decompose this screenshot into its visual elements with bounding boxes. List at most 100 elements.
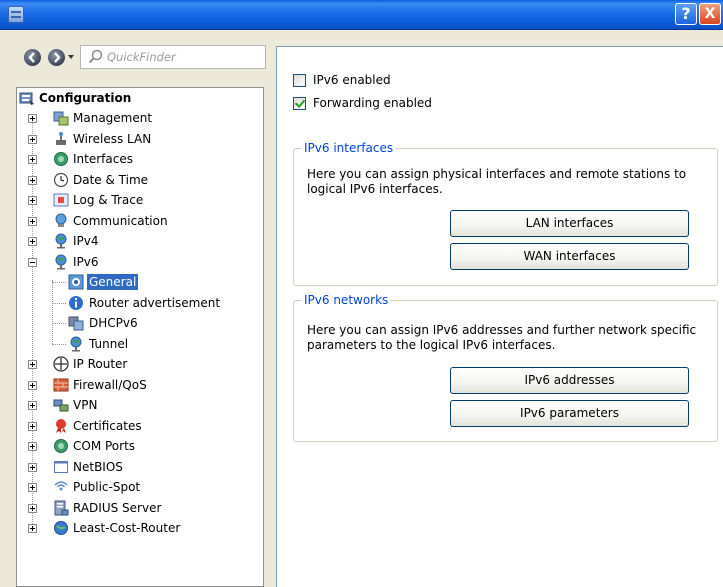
tree-item-label: IPv4	[73, 234, 99, 248]
ipv6-enabled-row[interactable]: IPv6 enabled	[293, 72, 593, 90]
tree-item-label: NetBIOS	[73, 460, 123, 474]
history-dropdown-icon[interactable]	[68, 55, 74, 59]
interfaces-icon	[54, 152, 68, 166]
ipv6-interfaces-title: IPv6 interfaces	[302, 141, 396, 155]
title-bar: ? X	[0, 0, 723, 30]
forwarding-enabled-label: Forwarding enabled	[313, 96, 432, 110]
wan-interfaces-button[interactable]: WAN interfaces	[450, 243, 689, 270]
public-spot-icon	[54, 481, 68, 491]
expand-icon[interactable]	[28, 524, 37, 533]
tree-item-com-ports[interactable]: COM Ports	[17, 436, 263, 456]
wireless-lan-icon	[56, 132, 66, 145]
quickfinder-input[interactable]: QuickFinder	[80, 45, 266, 69]
tree-item-label: Log & Trace	[73, 193, 144, 207]
expand-icon[interactable]	[28, 217, 37, 226]
ipv6-parameters-button[interactable]: IPv6 parameters	[450, 400, 689, 427]
tree-item-label: IPv6	[73, 255, 99, 269]
tree-item-label: COM Ports	[73, 439, 136, 453]
expand-icon[interactable]	[28, 360, 37, 369]
forwarding-enabled-row[interactable]: Forwarding enabled	[293, 95, 593, 113]
tree-item-interfaces[interactable]: Interfaces	[17, 149, 263, 169]
dhcp-icon	[68, 316, 84, 331]
tree-root-configuration[interactable]: Configuration	[17, 88, 263, 108]
expand-icon[interactable]	[28, 155, 37, 164]
tree-item-dhcpv6[interactable]: DHCPv6	[17, 313, 263, 333]
globe-icon	[70, 336, 82, 352]
tree-root-label: Configuration	[39, 91, 132, 105]
tree-item-date-time[interactable]: Date & Time	[17, 170, 263, 190]
help-button[interactable]: ?	[675, 3, 697, 25]
expand-icon[interactable]	[28, 422, 37, 431]
lan-interfaces-button[interactable]: LAN interfaces	[450, 210, 689, 237]
tree-item-certificates[interactable]: Certificates	[17, 416, 263, 436]
pane-splitter[interactable]	[272, 31, 275, 587]
tree-item-general[interactable]: General	[17, 272, 263, 292]
log-trace-icon	[53, 193, 69, 207]
navigation-pane: QuickFinder Configuration Management Wir…	[0, 31, 272, 587]
tree-item-ipv6[interactable]: IPv6	[17, 252, 263, 272]
tree-item-label: Least-Cost-Router	[73, 521, 181, 535]
tree-item-least-cost-router[interactable]: Least-Cost-Router	[17, 518, 263, 538]
tree-item-label: RADIUS Server	[73, 501, 162, 515]
ipv6-networks-title: IPv6 networks	[302, 293, 391, 307]
expand-icon[interactable]	[28, 504, 37, 513]
management-icon	[53, 111, 69, 126]
expand-icon[interactable]	[28, 401, 37, 410]
tree-item-label-selected: General	[85, 273, 140, 291]
tree-item-vpn[interactable]: VPN	[17, 395, 263, 415]
tree-item-label: Date & Time	[73, 173, 149, 187]
tree-item-tunnel[interactable]: Tunnel	[17, 334, 263, 354]
expand-icon[interactable]	[28, 381, 37, 390]
expand-icon[interactable]	[28, 176, 37, 185]
tree-item-label: Wireless LAN	[73, 132, 152, 146]
ipv6-addresses-button[interactable]: IPv6 addresses	[450, 367, 689, 394]
tree-item-label: Management	[73, 111, 153, 125]
forwarding-enabled-checkbox[interactable]	[293, 97, 306, 110]
tree-item-ip-router[interactable]: IP Router	[17, 354, 263, 374]
expand-icon[interactable]	[28, 442, 37, 451]
tree-item-ipv4[interactable]: IPv4	[17, 231, 263, 251]
tree-item-label: IP Router	[73, 357, 128, 371]
arrow-left-icon	[28, 52, 35, 63]
tree-item-label: Certificates	[73, 419, 142, 433]
expand-icon[interactable]	[28, 237, 37, 246]
configuration-tree[interactable]: Configuration Management Wireless LAN In…	[16, 87, 264, 587]
expand-icon[interactable]	[28, 114, 37, 123]
configuration-icon	[19, 92, 34, 105]
tree-item-firewall-qos[interactable]: Firewall/QoS	[17, 375, 263, 395]
ipv6-interfaces-group: IPv6 interfaces Here you can assign phys…	[293, 141, 718, 286]
ipv6-enabled-checkbox[interactable]	[293, 74, 306, 87]
tree-item-label: VPN	[73, 398, 98, 412]
firewall-icon	[53, 378, 69, 392]
tree-item-label: Public-Spot	[73, 480, 141, 494]
ipv6-networks-group: IPv6 networks Here you can assign IPv6 a…	[293, 293, 718, 442]
globe-icon	[55, 233, 67, 249]
back-button[interactable]	[24, 49, 41, 66]
forward-button[interactable]	[48, 49, 65, 66]
tree-item-management[interactable]: Management	[17, 108, 263, 128]
ipv6-enabled-label: IPv6 enabled	[313, 73, 391, 87]
collapse-icon[interactable]	[28, 258, 37, 267]
tree-item-label: Communication	[73, 214, 168, 228]
tree-item-wireless-lan[interactable]: Wireless LAN	[17, 129, 263, 149]
com-ports-icon	[54, 439, 68, 453]
server-icon	[54, 500, 69, 516]
expand-icon[interactable]	[28, 463, 37, 472]
expand-icon[interactable]	[28, 135, 37, 144]
close-button[interactable]: X	[699, 3, 721, 25]
expand-icon[interactable]	[28, 483, 37, 492]
tree-item-radius-server[interactable]: RADIUS Server	[17, 498, 263, 518]
tree-item-netbios[interactable]: NetBIOS	[17, 457, 263, 477]
netbios-icon	[54, 461, 68, 473]
tree-item-communication[interactable]: Communication	[17, 211, 263, 231]
certificate-icon	[56, 419, 66, 433]
tree-item-label: DHCPv6	[89, 316, 138, 330]
globe-icon	[55, 254, 67, 270]
app-icon	[8, 6, 24, 23]
expand-icon[interactable]	[28, 196, 37, 205]
tree-item-public-spot[interactable]: Public-Spot	[17, 477, 263, 497]
tree-item-log-trace[interactable]: Log & Trace	[17, 190, 263, 210]
navigation-toolbar: QuickFinder	[0, 45, 272, 69]
tree-item-router-advertisement[interactable]: Router advertisement	[17, 293, 263, 313]
least-cost-router-icon	[54, 521, 68, 535]
